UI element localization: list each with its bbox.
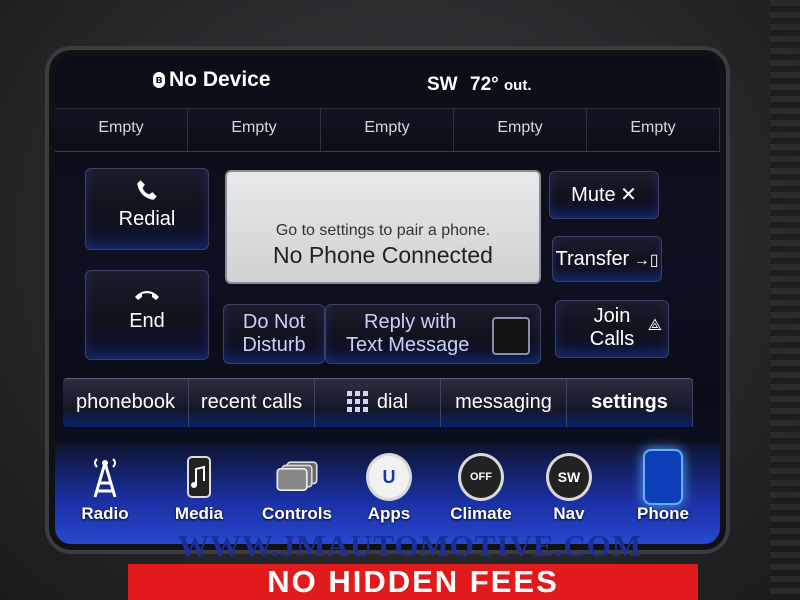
- bluetooth-status[interactable]: ʙ No Device: [153, 68, 271, 92]
- transfer-label: Transfer: [555, 248, 630, 270]
- temp-value: 72°: [470, 74, 499, 95]
- favorite-slot-4[interactable]: Empty: [454, 109, 587, 151]
- watermark: WWW.JMAUTOMOTIVE.COM: [177, 528, 643, 563]
- media-label: Media: [174, 504, 224, 523]
- apps-icon: U: [366, 453, 412, 501]
- dial-label: dial: [376, 391, 409, 413]
- redial-button[interactable]: Redial: [85, 168, 209, 250]
- controls-icon: [274, 454, 320, 500]
- climate-label: Climate: [450, 504, 512, 523]
- dnd-line2: Disturb: [242, 334, 306, 356]
- infotainment-screen: ʙ No Device SW 72° out. Empty Empty Empt…: [55, 56, 720, 544]
- dock-phone[interactable]: Phone: [621, 449, 705, 524]
- mute-label: Mute: [571, 184, 616, 206]
- phone-nav-bar: phonebook recent calls dial messaging se…: [63, 378, 693, 427]
- dnd-line1: Do Not: [242, 311, 306, 333]
- reply-with-text-button[interactable]: Reply with Text Message: [325, 304, 541, 364]
- dock-nav[interactable]: SW Nav: [527, 453, 611, 524]
- reply-checkbox[interactable]: [492, 317, 530, 355]
- nav-badge: SW: [546, 453, 592, 501]
- tab-messaging[interactable]: messaging: [441, 379, 567, 427]
- bluetooth-icon: ʙ: [153, 72, 165, 88]
- tab-recent-calls[interactable]: recent calls: [189, 379, 315, 427]
- hangup-icon: [135, 291, 159, 300]
- favorite-slot-5[interactable]: Empty: [587, 109, 720, 151]
- apps-label: Apps: [367, 504, 411, 523]
- favorites-bar: Empty Empty Empty Empty Empty: [55, 108, 720, 152]
- air-vent: [770, 0, 800, 600]
- phone-label: Phone: [637, 504, 689, 523]
- tab-phonebook[interactable]: phonebook: [63, 379, 189, 427]
- mute-button[interactable]: Mute ✕: [549, 171, 659, 219]
- redial-label: Redial: [118, 208, 176, 230]
- dock-controls[interactable]: Controls: [255, 454, 339, 524]
- dock-climate[interactable]: OFF Climate: [439, 453, 523, 524]
- radio-label: Radio: [81, 504, 129, 523]
- media-icon: [176, 454, 222, 500]
- climate-icon: OFF: [458, 453, 504, 501]
- status-bar: ʙ No Device SW 72° out.: [55, 56, 720, 108]
- controls-label: Controls: [262, 504, 332, 523]
- transfer-button[interactable]: Transfer →▯: [552, 236, 662, 282]
- outside-temp: 72° out.: [470, 74, 532, 96]
- join-calls-icon: ⟁: [647, 317, 662, 334]
- nav-label: Nav: [553, 504, 585, 523]
- end-label: End: [129, 310, 165, 332]
- do-not-disturb-button[interactable]: Do Not Disturb: [223, 304, 325, 364]
- keypad-icon: [346, 390, 369, 412]
- radio-tower-icon: [82, 454, 128, 500]
- favorite-slot-2[interactable]: Empty: [188, 109, 321, 151]
- favorite-slot-3[interactable]: Empty: [321, 109, 454, 151]
- end-call-button[interactable]: End: [85, 270, 209, 360]
- favorite-slot-1[interactable]: Empty: [55, 109, 188, 151]
- no-phone-connected: No Phone Connected: [273, 242, 493, 268]
- join-calls-button[interactable]: Join Calls ⟁: [555, 300, 669, 358]
- mute-mic-icon: ✕: [620, 184, 637, 206]
- nav-compass-icon: SW: [546, 453, 592, 501]
- climate-badge: OFF: [458, 453, 504, 501]
- tab-settings[interactable]: settings: [567, 379, 693, 427]
- compass-heading: SW: [427, 74, 458, 95]
- phone-icon: [640, 449, 686, 505]
- temp-suffix: out.: [504, 77, 532, 94]
- pair-hint: Go to settings to pair a phone.: [275, 222, 491, 239]
- no-hidden-fees-banner: NO HIDDEN FEES: [128, 564, 698, 600]
- phone-handset-icon: [137, 180, 157, 200]
- transfer-arrow-icon: →▯: [633, 252, 659, 269]
- device-label: No Device: [169, 68, 271, 91]
- dock-radio[interactable]: Radio: [63, 454, 147, 524]
- dock-media[interactable]: Media: [157, 454, 241, 524]
- dock-apps[interactable]: U Apps: [347, 453, 431, 524]
- tab-dial[interactable]: dial: [315, 379, 441, 427]
- phone-message-panel: Go to settings to pair a phone. No Phone…: [225, 170, 541, 284]
